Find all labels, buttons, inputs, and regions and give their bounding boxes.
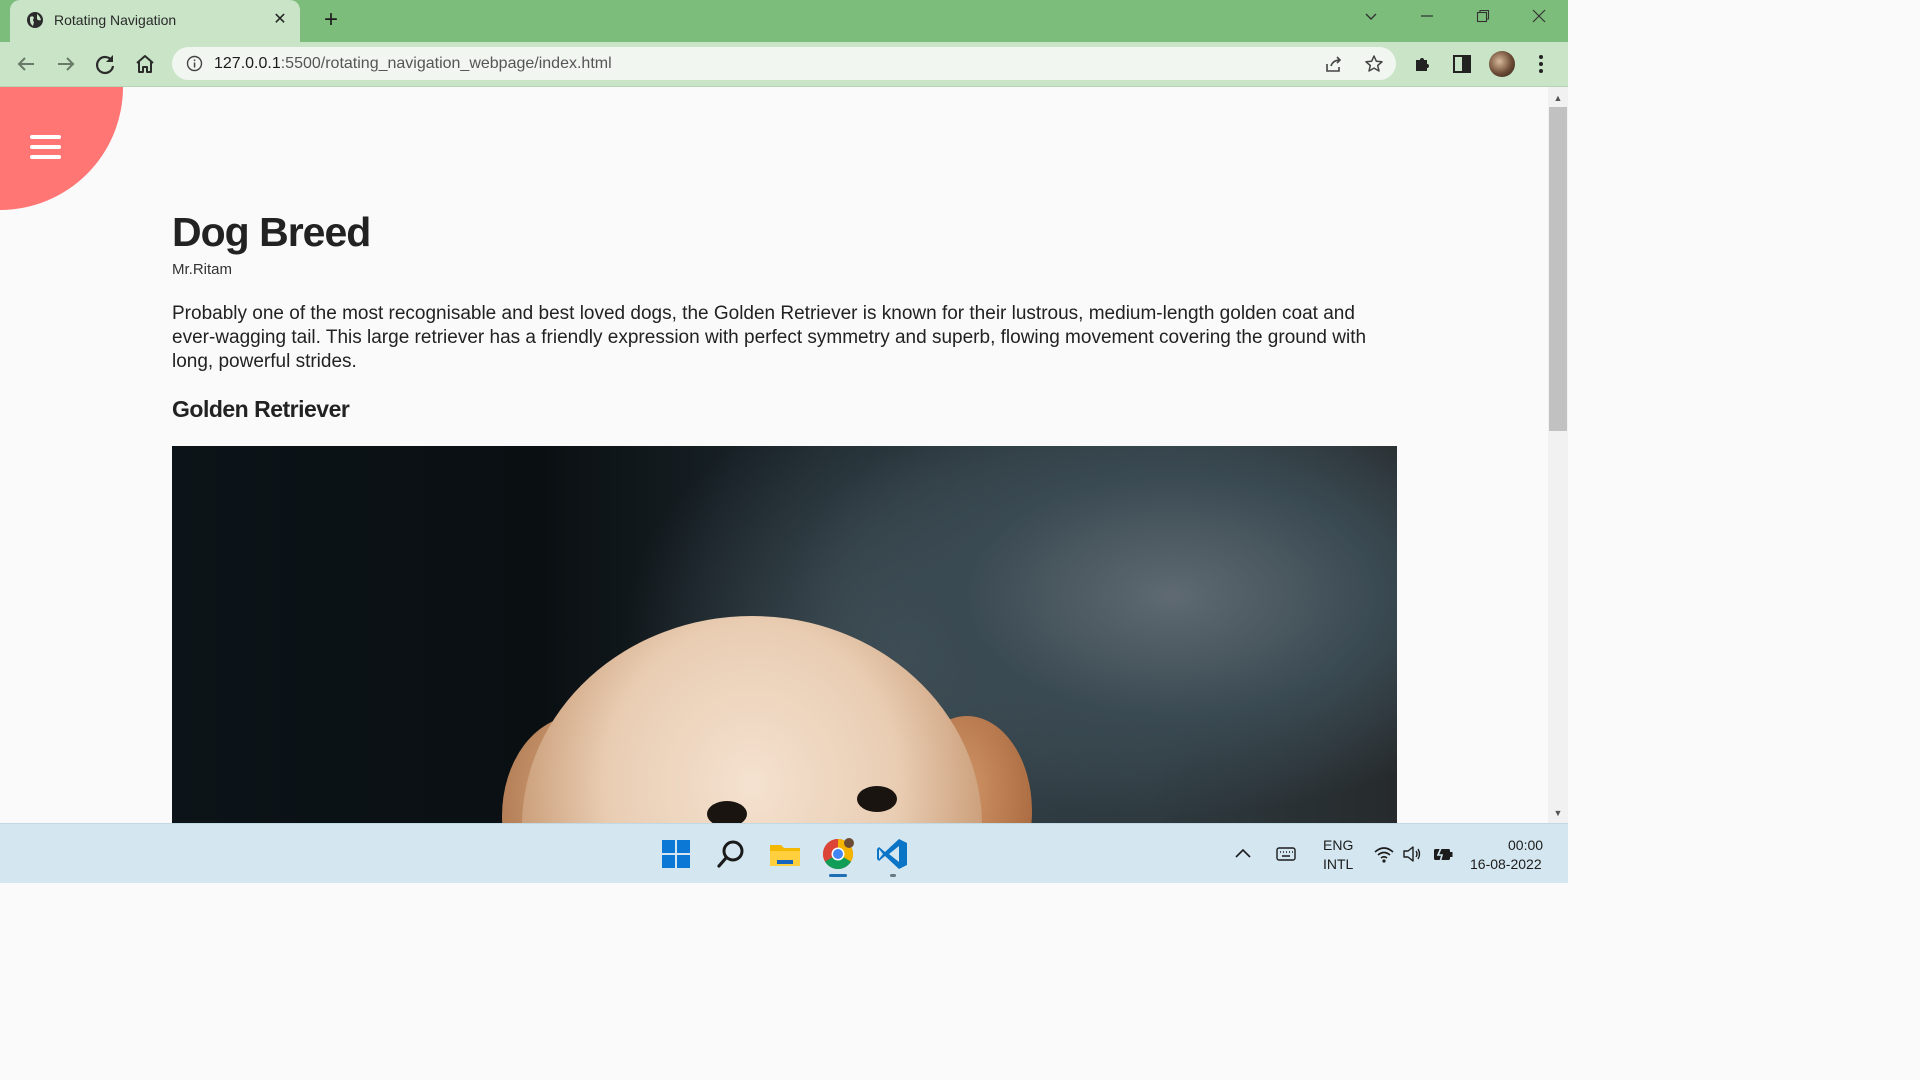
extensions-puzzle-icon[interactable]: [1412, 53, 1434, 75]
close-tab-icon[interactable]: ✕: [270, 10, 290, 30]
language-code[interactable]: ENG: [1323, 837, 1353, 853]
chrome-active-indicator: [829, 874, 847, 877]
site-info-icon[interactable]: [186, 55, 203, 72]
windows-taskbar: ENG INTL 00:00 16-08-2022: [0, 823, 1568, 883]
scrollbar-thumb[interactable]: [1549, 107, 1567, 431]
share-icon[interactable]: [1324, 54, 1344, 74]
rotating-nav-circle: [0, 87, 123, 210]
profile-avatar[interactable]: [1489, 51, 1515, 77]
tab-strip: Rotating Navigation ✕ +: [0, 0, 1568, 42]
new-tab-button[interactable]: +: [318, 8, 344, 34]
browser-tab[interactable]: Rotating Navigation ✕: [10, 0, 300, 42]
keyboard-layout[interactable]: INTL: [1323, 856, 1353, 872]
browser-toolbar: 127.0.0.1:5500/rotating_navigation_webpa…: [0, 42, 1568, 87]
search-icon[interactable]: [713, 836, 749, 872]
vscode-icon[interactable]: [874, 836, 910, 872]
chevron-up-icon[interactable]: [1232, 843, 1254, 865]
chrome-icon[interactable]: [820, 836, 856, 872]
more-menu-icon[interactable]: [1530, 53, 1552, 75]
battery-charging-icon[interactable]: [1432, 843, 1454, 865]
windows-start-icon[interactable]: [658, 836, 694, 872]
volume-icon[interactable]: [1401, 843, 1423, 865]
vscode-running-indicator: [890, 874, 896, 877]
menu-hamburger-icon[interactable]: [30, 135, 61, 159]
keyboard-icon[interactable]: [1275, 843, 1297, 865]
url-text: 127.0.0.1:5500/rotating_navigation_webpa…: [214, 55, 612, 72]
article-paragraph: Probably one of the most recognisable an…: [172, 303, 1367, 372]
author-name: Mr.Ritam: [172, 261, 232, 278]
file-explorer-icon[interactable]: [767, 836, 803, 872]
side-panel-icon[interactable]: [1451, 53, 1473, 75]
scroll-down-arrow-icon[interactable]: ▼: [1552, 808, 1564, 818]
page-viewport: Dog Breed Mr.Ritam Probably one of the m…: [0, 87, 1548, 823]
golden-retriever-photo: [172, 446, 1397, 823]
tab-title: Rotating Navigation: [54, 12, 177, 28]
forward-arrow-icon[interactable]: [52, 50, 80, 78]
bookmark-star-icon[interactable]: [1364, 54, 1384, 74]
clock-date[interactable]: 16-08-2022: [1470, 856, 1542, 872]
wifi-icon[interactable]: [1373, 843, 1395, 865]
minimize-icon[interactable]: [1412, 6, 1442, 32]
restore-icon[interactable]: [1468, 6, 1498, 32]
clock-time[interactable]: 00:00: [1508, 837, 1543, 853]
scroll-up-arrow-icon[interactable]: ▲: [1552, 93, 1564, 103]
globe-icon: [27, 12, 43, 28]
page-title: Dog Breed: [172, 209, 371, 255]
home-icon[interactable]: [131, 50, 159, 78]
tab-search-chevron-icon[interactable]: [1356, 6, 1386, 32]
section-heading: Golden Retriever: [172, 396, 350, 422]
back-arrow-icon[interactable]: [12, 50, 40, 78]
close-window-icon[interactable]: [1524, 6, 1554, 32]
reload-icon[interactable]: [91, 50, 119, 78]
address-bar[interactable]: 127.0.0.1:5500/rotating_navigation_webpa…: [172, 47, 1396, 80]
